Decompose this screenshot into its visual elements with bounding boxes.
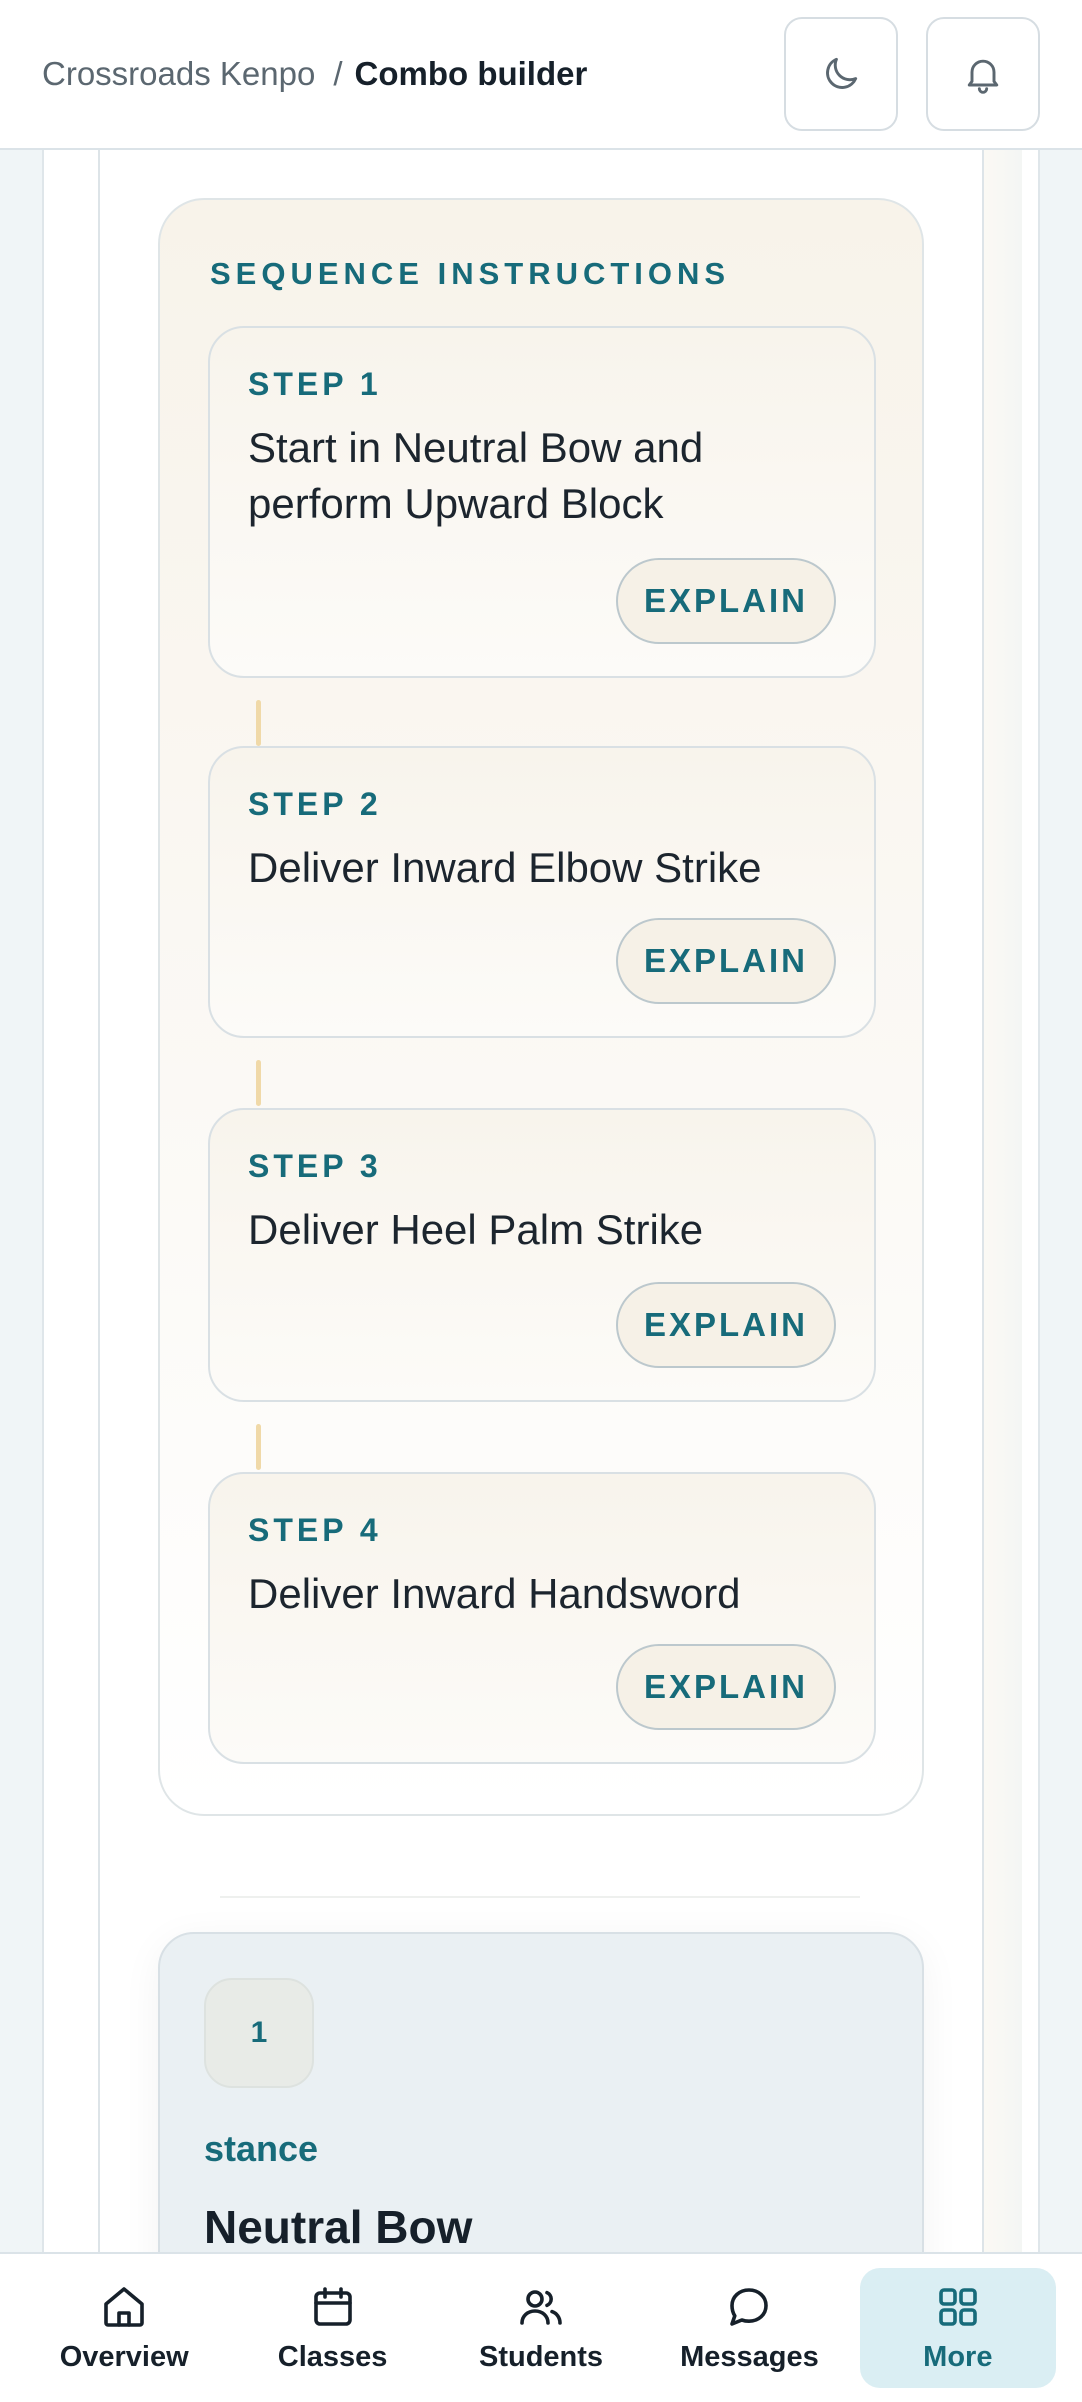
nav-label: More [923, 2340, 993, 2373]
sequence-instructions-card: SEQUENCE INSTRUCTIONS STEP 1 Start in Ne… [158, 198, 924, 1816]
top-header: Crossroads Kenpo / Combo builder [0, 0, 1082, 150]
nav-label: Messages [680, 2340, 819, 2373]
home-icon [104, 2286, 145, 2327]
moon-icon [826, 57, 858, 89]
notifications-button[interactable] [926, 17, 1040, 131]
technique-type: stance [204, 2128, 319, 2169]
step-label: STEP 4 [248, 1512, 382, 1548]
users-icon [520, 2289, 562, 2325]
explain-button[interactable]: EXPLAIN [616, 918, 836, 1004]
message-icon [730, 2287, 769, 2326]
nav-item-classes[interactable]: Classes [234, 2268, 430, 2388]
nav-item-students[interactable]: Students [443, 2268, 639, 2388]
technique-index-badge: 1 [204, 1978, 314, 2088]
bell-icon [967, 59, 999, 94]
nav-label: Classes [277, 2340, 388, 2373]
nav-item-overview[interactable]: Overview [26, 2268, 222, 2388]
nav-label: Overview [59, 2340, 189, 2373]
explain-button[interactable]: EXPLAIN [616, 558, 836, 644]
technique-name: Neutral Bow [204, 2201, 473, 2253]
grid-icon [939, 2287, 977, 2326]
breadcrumb-separator: / [333, 55, 343, 92]
step-connector [256, 1424, 261, 1470]
breadcrumb: Crossroads Kenpo / Combo builder [42, 55, 756, 93]
step-connector [256, 700, 261, 746]
nav-item-messages[interactable]: Messages [651, 2268, 847, 2388]
section-title: SEQUENCE INSTRUCTIONS [210, 256, 731, 291]
step-card-2: STEP 2 Deliver Inward Elbow Strike EXPLA… [208, 746, 876, 1038]
step-text: Start in Neutral Bow and perform Upward … [248, 424, 704, 527]
step-card-1: STEP 1 Start in Neutral Bow and perform … [208, 326, 876, 678]
step-card-4: STEP 4 Deliver Inward Handsword EXPLAIN [208, 1472, 876, 1764]
nav-label: Students [478, 2340, 604, 2373]
step-card-3: STEP 3 Deliver Heel Palm Strike EXPLAIN [208, 1108, 876, 1402]
section-divider [220, 1896, 860, 1898]
step-text: Deliver Inward Elbow Strike [248, 844, 762, 891]
page-title: Combo builder [354, 55, 588, 92]
theme-toggle-button[interactable] [784, 17, 898, 131]
explain-button[interactable]: EXPLAIN [616, 1282, 836, 1368]
step-label: STEP 1 [248, 366, 382, 402]
explain-button[interactable]: EXPLAIN [616, 1644, 836, 1730]
calendar-icon [313, 2286, 352, 2326]
step-text: Deliver Inward Handsword [248, 1570, 741, 1617]
breadcrumb-parent-link[interactable]: Crossroads Kenpo [42, 55, 315, 93]
nav-item-more[interactable]: More [859, 2268, 1057, 2388]
step-text: Deliver Heel Palm Strike [248, 1206, 704, 1253]
step-label: STEP 3 [248, 1148, 382, 1184]
step-label: STEP 2 [248, 786, 382, 822]
step-connector [256, 1060, 261, 1106]
bottom-nav: Overview Classes Students Messages More [0, 2252, 1082, 2402]
